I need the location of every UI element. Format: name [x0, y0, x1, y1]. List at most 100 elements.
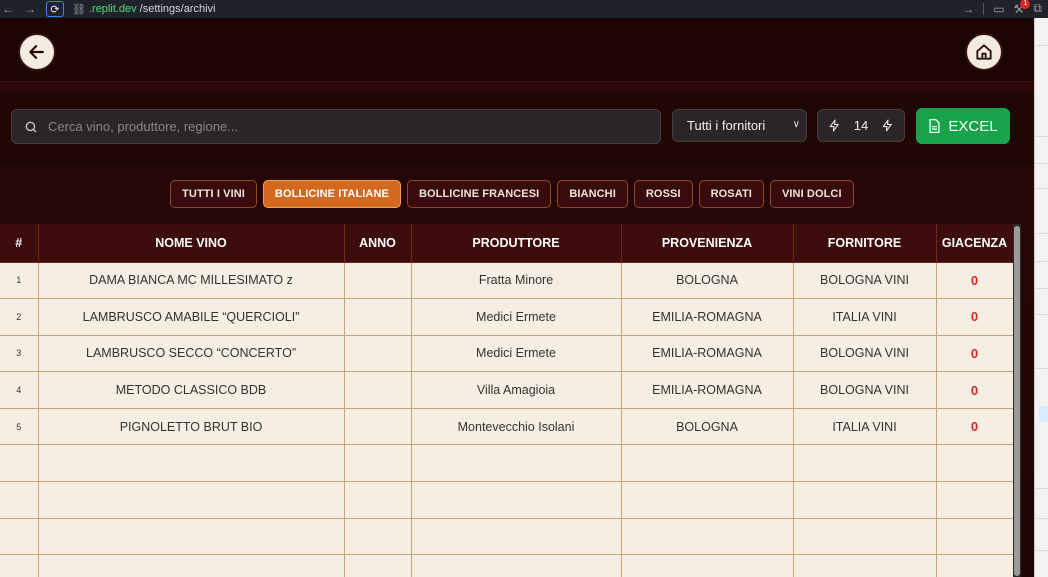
- empty-cell[interactable]: [621, 444, 794, 483]
- table-row[interactable]: 4 METODO CLASSICO BDB Villa Amagioia EMI…: [0, 371, 1014, 409]
- empty-cell[interactable]: [344, 554, 412, 577]
- empty-cell[interactable]: [793, 518, 937, 556]
- filter-chip-bollicine-francesi[interactable]: BOLLICINE FRANCESI: [406, 180, 552, 208]
- empty-cell[interactable]: [38, 444, 345, 483]
- cell-nome[interactable]: DAMA BIANCA MC MILLESIMATO z: [38, 262, 345, 300]
- empty-cell[interactable]: [936, 554, 1014, 577]
- empty-cell[interactable]: [411, 444, 622, 483]
- empty-row[interactable]: [0, 444, 1014, 483]
- tools-icon[interactable]: ⚒ 1: [1014, 0, 1031, 16]
- col-header-produttore[interactable]: PRODUTTORE: [411, 224, 622, 263]
- filter-chip-bollicine-italiane[interactable]: BOLLICINE ITALIANE: [262, 180, 401, 208]
- cell-anno[interactable]: [344, 408, 412, 446]
- empty-cell[interactable]: [793, 554, 937, 577]
- empty-cell[interactable]: [344, 444, 412, 483]
- address-bar[interactable]: ⛓ .replit.dev/settings/archivi: [72, 3, 215, 16]
- empty-row[interactable]: [0, 481, 1014, 519]
- empty-cell[interactable]: [38, 554, 345, 577]
- empty-cell[interactable]: [0, 518, 39, 556]
- filter-chip-rossi[interactable]: ROSSI: [633, 180, 693, 208]
- counter-control[interactable]: 14: [817, 109, 905, 142]
- excel-export-button[interactable]: EXCEL: [916, 108, 1010, 144]
- forward-small-icon[interactable]: →: [962, 2, 974, 16]
- empty-cell[interactable]: [38, 481, 345, 519]
- filter-chip-bianchi[interactable]: BIANCHI: [557, 180, 628, 208]
- scrollbar-thumb[interactable]: [1014, 226, 1020, 576]
- table-row[interactable]: 2 LAMBRUSCO AMABILE “QUERCIOLI” Medici E…: [0, 298, 1014, 336]
- cell-anno[interactable]: [344, 262, 412, 300]
- cell-fornitore[interactable]: BOLOGNA VINI: [793, 335, 937, 373]
- empty-cell[interactable]: [344, 518, 412, 556]
- cell-produttore[interactable]: Fratta Minore: [411, 262, 622, 300]
- table-scrollbar[interactable]: [1013, 224, 1021, 577]
- home-button[interactable]: [965, 33, 1003, 71]
- bolt-icon[interactable]: [828, 119, 841, 132]
- empty-row[interactable]: [0, 518, 1014, 556]
- cell-produttore[interactable]: Villa Amagioia: [411, 371, 622, 409]
- supplier-select[interactable]: Tutti i fornitori ∨: [672, 109, 807, 142]
- col-header-giacenza[interactable]: GIACENZA: [936, 224, 1014, 263]
- reload-icon[interactable]: ⟳: [46, 1, 64, 17]
- empty-cell[interactable]: [793, 481, 937, 519]
- empty-cell[interactable]: [38, 518, 345, 556]
- empty-cell[interactable]: [0, 481, 39, 519]
- filter-chip-vini-dolci[interactable]: VINI DOLCI: [769, 180, 854, 208]
- cell-provenienza[interactable]: BOLOGNA: [621, 262, 794, 300]
- empty-cell[interactable]: [936, 444, 1014, 483]
- cell-anno[interactable]: [344, 371, 412, 409]
- col-header-nome-vino[interactable]: NOME VINO: [38, 224, 345, 263]
- cell-fornitore[interactable]: ITALIA VINI: [793, 408, 937, 446]
- monitor-icon[interactable]: ▭: [993, 2, 1004, 16]
- back-button[interactable]: [18, 33, 56, 71]
- cell-giacenza[interactable]: 0: [936, 408, 1014, 446]
- empty-cell[interactable]: [621, 518, 794, 556]
- cell-fornitore[interactable]: BOLOGNA VINI: [793, 262, 937, 300]
- cell-provenienza[interactable]: BOLOGNA: [621, 408, 794, 446]
- search-input[interactable]: [48, 119, 638, 134]
- search-box[interactable]: [11, 109, 661, 144]
- empty-cell[interactable]: [0, 554, 39, 577]
- table-row[interactable]: 1 DAMA BIANCA MC MILLESIMATO z Fratta Mi…: [0, 262, 1014, 300]
- external-link-icon[interactable]: ⧉: [1033, 1, 1042, 16]
- cell-nome[interactable]: METODO CLASSICO BDB: [38, 371, 345, 409]
- empty-row[interactable]: [0, 554, 1014, 577]
- cell-nome[interactable]: LAMBRUSCO AMABILE “QUERCIOLI”: [38, 298, 345, 336]
- cell-produttore[interactable]: Medici Ermete: [411, 335, 622, 373]
- cell-provenienza[interactable]: EMILIA-ROMAGNA: [621, 335, 794, 373]
- cell-fornitore[interactable]: ITALIA VINI: [793, 298, 937, 336]
- empty-cell[interactable]: [344, 481, 412, 519]
- cell-produttore[interactable]: Montevecchio Isolani: [411, 408, 622, 446]
- cell-anno[interactable]: [344, 335, 412, 373]
- empty-cell[interactable]: [793, 444, 937, 483]
- empty-cell[interactable]: [411, 554, 622, 577]
- cell-anno[interactable]: [344, 298, 412, 336]
- empty-cell[interactable]: [0, 444, 39, 483]
- cell-nome[interactable]: LAMBRUSCO SECCO “CONCERTO”: [38, 335, 345, 373]
- empty-cell[interactable]: [621, 481, 794, 519]
- col-header-provenienza[interactable]: PROVENIENZA: [621, 224, 794, 263]
- back-arrow-icon[interactable]: ←: [2, 2, 14, 16]
- col-header-anno[interactable]: ANNO: [344, 224, 412, 263]
- filter-chip-rosati[interactable]: ROSATI: [698, 180, 764, 208]
- cell-provenienza[interactable]: EMILIA-ROMAGNA: [621, 298, 794, 336]
- cell-giacenza[interactable]: 0: [936, 262, 1014, 300]
- cell-fornitore[interactable]: BOLOGNA VINI: [793, 371, 937, 409]
- table-row[interactable]: 3 LAMBRUSCO SECCO “CONCERTO” Medici Erme…: [0, 335, 1014, 373]
- empty-cell[interactable]: [936, 518, 1014, 556]
- filter-chip-tutti[interactable]: TUTTI I VINI: [170, 180, 257, 208]
- cell-giacenza[interactable]: 0: [936, 298, 1014, 336]
- col-header-fornitore[interactable]: FORNITORE: [793, 224, 937, 263]
- bolt-icon[interactable]: [881, 119, 894, 132]
- empty-cell[interactable]: [411, 518, 622, 556]
- empty-cell[interactable]: [936, 481, 1014, 519]
- empty-cell[interactable]: [411, 481, 622, 519]
- cell-giacenza[interactable]: 0: [936, 371, 1014, 409]
- table-row[interactable]: 5 PIGNOLETTO BRUT BIO Montevecchio Isola…: [0, 408, 1014, 446]
- empty-cell[interactable]: [621, 554, 794, 577]
- cell-giacenza[interactable]: 0: [936, 335, 1014, 373]
- forward-arrow-icon[interactable]: →: [24, 2, 36, 16]
- cell-produttore[interactable]: Medici Ermete: [411, 298, 622, 336]
- cell-provenienza[interactable]: EMILIA-ROMAGNA: [621, 371, 794, 409]
- col-header-index[interactable]: #: [0, 224, 39, 263]
- cell-nome[interactable]: PIGNOLETTO BRUT BIO: [38, 408, 345, 446]
